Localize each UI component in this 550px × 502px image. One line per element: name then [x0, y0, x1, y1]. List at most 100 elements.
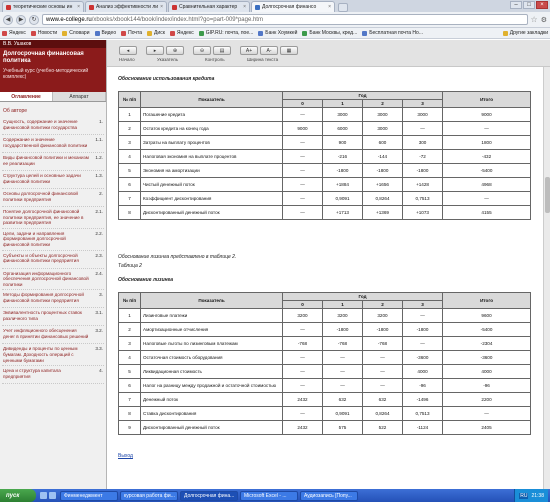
close-icon[interactable]: ×: [328, 4, 331, 10]
bookmark-item[interactable]: Новости: [30, 30, 57, 36]
language-indicator[interactable]: RU: [519, 492, 529, 499]
reload-button[interactable]: ↻: [29, 14, 39, 25]
other-bookmarks[interactable]: Другие закладки: [502, 30, 548, 36]
taskbar-item[interactable]: Microsoft Excel - ...: [240, 490, 298, 501]
tab-apparatus[interactable]: Аппарат: [53, 92, 106, 101]
quicklaunch-icon[interactable]: [49, 492, 56, 499]
table-row: 7 Денежный поток 2432 632 632 -1496 2200: [118, 392, 532, 407]
bookmark-star-icon[interactable]: ☆: [531, 15, 538, 24]
table-cell: Лизинговые платежи: [140, 308, 283, 323]
toc-item[interactable]: Субъекты и объекты долгосрочной финансов…: [2, 251, 104, 269]
taskbar-item[interactable]: курсовая работа фи...: [120, 490, 178, 501]
toc-item[interactable]: Виды финансовой политики и механизм ее р…: [2, 153, 104, 171]
back-button[interactable]: ◀: [3, 14, 13, 25]
about-author-link[interactable]: Об авторе: [0, 102, 106, 117]
bookmark-item[interactable]: Словари: [62, 30, 90, 36]
toc-item[interactable]: Дивиденды и проценты по ценным бумагам. …: [2, 344, 104, 367]
close-icon[interactable]: ×: [160, 4, 163, 10]
table-header-year-value: 2: [362, 99, 403, 108]
table-cell: -432: [442, 149, 532, 164]
toc-item-number: 2.: [99, 191, 103, 196]
table-cell: 2432: [282, 420, 323, 435]
close-icon[interactable]: ×: [243, 4, 246, 10]
viewer-toolbar-button[interactable]: ▦: [280, 46, 298, 55]
exit-link[interactable]: Выход: [118, 453, 133, 459]
table-cell: -96: [401, 378, 444, 393]
wrench-icon[interactable]: ⚙: [541, 16, 547, 24]
viewer-toolbar-button[interactable]: ⊕: [166, 46, 184, 55]
scrollbar-thumb[interactable]: [545, 177, 550, 213]
viewer-toolbar-button[interactable]: A+: [240, 46, 258, 55]
table-cell: 0,8264: [362, 406, 403, 421]
viewer-toolbar-button[interactable]: ◂: [119, 46, 137, 55]
close-icon[interactable]: ×: [77, 4, 80, 10]
toc-item-number: 2.3.: [95, 252, 103, 258]
browser-tab[interactable]: Сравнительная характер ×: [168, 1, 250, 12]
toc-item[interactable]: Организация информационного обеспечения …: [2, 269, 104, 291]
table-cell: 2: [118, 121, 141, 136]
bookmark-item[interactable]: Банк Хоумкей: [258, 30, 297, 36]
table-cell: 632: [322, 392, 363, 407]
tab-contents[interactable]: Оглавление: [0, 92, 53, 101]
bookmark-item[interactable]: GIP.RU: почта, пое...: [198, 30, 253, 36]
minimize-button[interactable]: –: [510, 1, 522, 9]
viewer-toolbar-button[interactable]: A-: [260, 46, 278, 55]
table-cell: -768: [322, 336, 363, 351]
table-cell: 3200: [282, 308, 323, 323]
table-cell: Затраты на выплату процентов: [140, 135, 283, 150]
taskbar-item[interactable]: Долгосрочная фина...: [180, 490, 238, 501]
bookmark-item[interactable]: Бесплатная почта Но...: [362, 30, 423, 36]
close-window-button[interactable]: ×: [536, 1, 548, 9]
table-row: 8 Ставка дисконтирования —0,9091 0,8264 0,75…: [118, 406, 532, 421]
table-cell: Дисконтированный денежный поток: [140, 205, 283, 220]
bookmark-item[interactable]: Почта: [121, 30, 142, 36]
table-cell: 7: [118, 191, 141, 206]
toc-item-number: 1.: [99, 119, 103, 124]
toc-item[interactable]: Структура целей и основные задачи финанс…: [2, 171, 104, 189]
viewer-toolbar-button[interactable]: ▸: [146, 46, 164, 55]
bookmark-icon: [147, 30, 153, 36]
table-cell: 4: [118, 149, 141, 164]
forward-button[interactable]: ▶: [16, 14, 26, 25]
toc-item[interactable]: Сущность, содержание и значение финансов…: [2, 117, 104, 135]
quicklaunch-icon[interactable]: [40, 492, 47, 499]
bookmark-item[interactable]: Яндекс: [2, 30, 26, 36]
toc-item[interactable]: Учет инфляционного обесценения денег в п…: [2, 326, 104, 345]
taskbar-item[interactable]: Финменеджмент: [60, 490, 118, 501]
table-cell: —: [322, 350, 363, 365]
page-scrollbar[interactable]: [543, 67, 550, 489]
table-cell: 8: [118, 205, 141, 220]
table-cell: 4000: [401, 364, 444, 379]
toc-item[interactable]: Цели, задачи и направления формирования …: [2, 229, 104, 251]
toc-item[interactable]: Цена и структура капитала предприятия 4.: [2, 366, 104, 385]
course-header: Долгосрочная финансовая политика Учебный…: [0, 48, 106, 92]
bookmark-item[interactable]: Диск: [147, 30, 165, 36]
table-row: 2 Амортизационные отчисления — -1800 -1800 -1…: [118, 322, 532, 337]
start-button[interactable]: пуск: [0, 489, 36, 502]
toc-item[interactable]: Понятие долгосрочной финансовой политики…: [2, 207, 104, 229]
browser-tab[interactable]: теоретические основы ин ×: [2, 1, 84, 12]
viewer-toolbar-button[interactable]: ⊖: [193, 46, 211, 55]
bookmark-item[interactable]: Яндекс: [169, 30, 194, 36]
table1-caption: Обоснование использования кредита: [118, 76, 215, 82]
bookmark-item[interactable]: Видео: [94, 30, 116, 36]
table-row: 6 Налог на разницу между продажной и оста…: [118, 378, 532, 393]
table-cell: 3000: [362, 121, 403, 136]
toc-item-number: 1.2.: [95, 155, 103, 160]
new-tab-button[interactable]: [338, 3, 348, 12]
toc-item[interactable]: Эквивалентность процентных ставок различ…: [2, 308, 104, 327]
toc-item[interactable]: Содержание и значение государственной фи…: [2, 135, 104, 153]
table-row: 1 Погашение кредита —3000 3000 3000 9000: [118, 107, 532, 122]
table-cell: Ликвидационная стоимость: [140, 364, 283, 379]
toc-item[interactable]: Методы формирования долгосрочной финансо…: [2, 290, 104, 309]
browser-tab[interactable]: Долгосрочная финансо ×: [251, 1, 335, 12]
bookmark-item[interactable]: Банк Москвы, кред...: [302, 30, 357, 36]
browser-tab[interactable]: Анализ эффективности ли ×: [85, 1, 167, 12]
address-bar[interactable]: www.e-college.ru/xbooks/xbook144/book/in…: [42, 14, 528, 25]
browser-tab-label: Сравнительная характер: [179, 4, 238, 10]
viewer-toolbar-button[interactable]: ▤: [213, 46, 231, 55]
sidebar-tabs: Оглавление Аппарат: [0, 92, 106, 102]
toc-item[interactable]: Основы долгосрочной финансовой политики …: [2, 189, 104, 207]
maximize-button[interactable]: □: [523, 1, 535, 9]
taskbar-item[interactable]: Аудиозапись [Попу...: [300, 490, 358, 501]
